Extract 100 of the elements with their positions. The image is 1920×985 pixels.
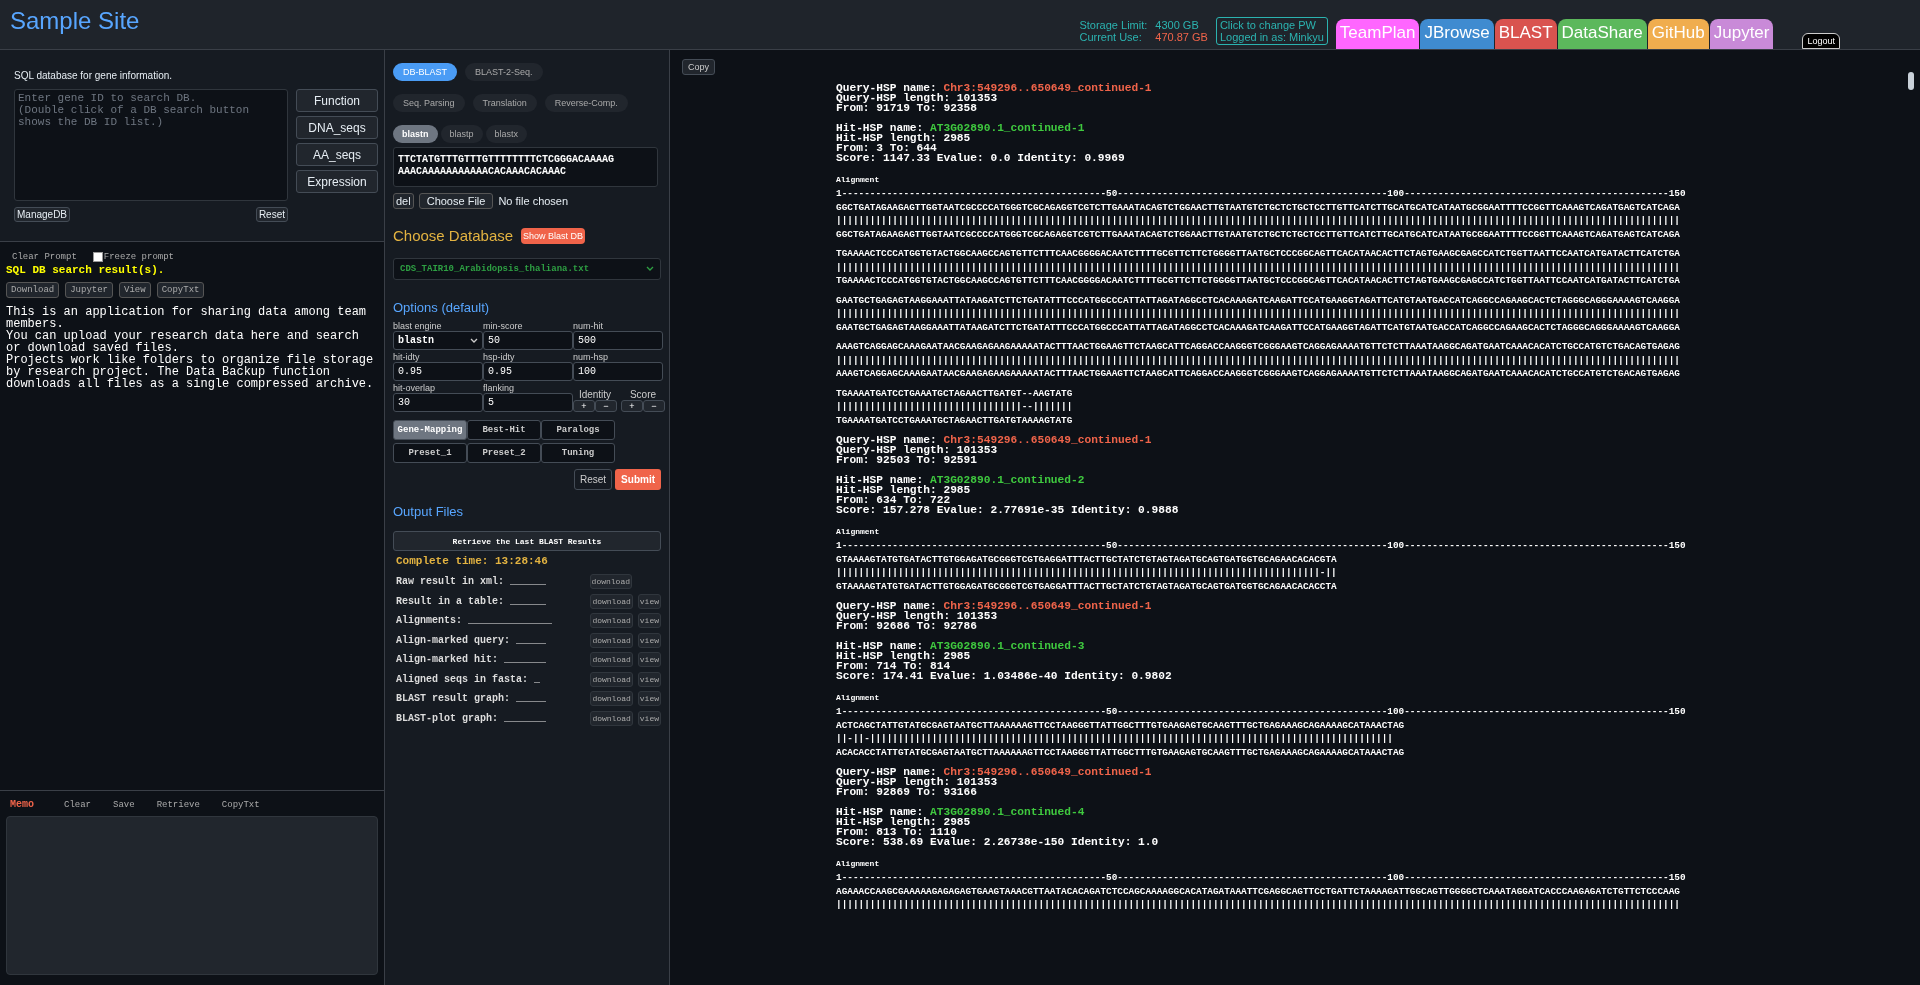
hit-info-line: Hit-HSP length: 2985: [836, 133, 972, 143]
alignment-heading: Alignment: [836, 527, 881, 536]
preset-button[interactable]: Best-Hit: [467, 420, 541, 440]
stepper-button[interactable]: +: [573, 400, 595, 412]
hit-sequence: AAAGTCAGGAGCAAAGAATAACGAAGAGAAGAAAAATACTTTAACTGGAAGTTCTAAGCATTCAGGACCAAGGGTCGGGAAGTCAGGAGAAAATGTTCTCTTAAATAAGGCAGATGAATCAAACACATCTGCCATGTCTGACAGTGAGAG: [836, 367, 1681, 381]
nav-tab[interactable]: BLAST: [1494, 19, 1557, 49]
tool-button[interactable]: Reverse-Comp.: [544, 94, 628, 112]
result-action-button[interactable]: Jupyter: [65, 282, 114, 298]
output-file-label: Align-marked query: _____: [396, 634, 548, 646]
file-action-button[interactable]: download: [590, 691, 633, 707]
option-label: flanking: [483, 383, 516, 393]
caret-icon: [646, 266, 654, 272]
option-field[interactable]: 0.95: [393, 362, 483, 381]
option-label: blast engine: [393, 321, 443, 331]
tool-button[interactable]: Translation: [472, 94, 537, 112]
stepper-button[interactable]: −: [643, 400, 665, 412]
program-tab[interactable]: blastn: [393, 125, 438, 143]
option-field[interactable]: 50: [483, 331, 573, 350]
manage-db-button[interactable]: ManageDB: [14, 207, 71, 222]
file-action-button[interactable]: download: [590, 671, 633, 687]
program-tab[interactable]: blastx: [485, 125, 528, 143]
output-file-label: Raw result in xml: ______: [396, 576, 548, 588]
preset-button[interactable]: Preset_2: [467, 443, 541, 463]
option-field[interactable]: 30: [393, 393, 483, 412]
freeze-checkbox[interactable]: [92, 252, 103, 262]
output-heading: Output Files: [393, 504, 465, 519]
preset-button[interactable]: Gene-Mapping: [393, 420, 467, 440]
query-info-line: From: 92869 To: 93166: [836, 787, 978, 797]
file-action-button[interactable]: download: [590, 632, 633, 648]
option-label: num-hsp: [573, 352, 609, 362]
preset-button[interactable]: Tuning: [541, 443, 615, 463]
choose-file-button[interactable]: Choose File: [418, 193, 494, 209]
output-file-label: BLAST-plot graph: _______: [396, 712, 548, 724]
program-tab[interactable]: blastp: [440, 125, 483, 143]
stepper-button[interactable]: −: [595, 400, 617, 412]
query-name-line: Query-HSP name: Chr3:549296..650649_continued-1: [836, 435, 1153, 445]
option-field[interactable]: 5: [483, 393, 573, 412]
db-search-button[interactable]: DNA_seqs: [296, 116, 378, 139]
result-action-button[interactable]: Download: [6, 282, 60, 298]
nav-tab[interactable]: JBrowse: [1420, 19, 1494, 49]
result-message: Projects work like folders to organize file storage by research project. The Data Backup function downloads all files as a single compressed archive.: [6, 354, 375, 390]
scrollbar[interactable]: [1908, 72, 1914, 90]
db-search-button[interactable]: AA_seqs: [296, 143, 378, 166]
hit-name-line: Hit-HSP name: AT3G02890.1_continued-1: [836, 123, 1086, 133]
sequence-field[interactable]: TTCTATGTTTGTTTGTTTTTTTTCTCGGGACAAAAG AAACAAAAAAAAAAACACAAACACAAAC: [393, 147, 658, 187]
retrieve-button[interactable]: Retrieve the Last BLAST Results: [393, 531, 661, 551]
file-action-button[interactable]: view: [637, 652, 661, 668]
current-use-value: 470.87 GB: [1155, 31, 1208, 43]
reset-button[interactable]: Reset: [255, 207, 288, 222]
file-status: No file chosen: [498, 195, 569, 207]
db-search-button[interactable]: Function: [296, 89, 378, 112]
delete-button[interactable]: del: [393, 193, 414, 209]
result-action-button[interactable]: View: [119, 282, 151, 298]
hit-sequence: TGAAAATGATCCTGAAATGCTAGAACTTGATGTAAAAGTATG: [836, 413, 1074, 427]
database-heading: Choose Database: [393, 227, 514, 244]
hit-sequence: GTAAAAGTATGTGATACTTGTGGAGATGCGGGTCGTGAGGATTTACTTGCTATCTGTAGTAGATGCAGTGATGGTGCAGAACACACCTA: [836, 579, 1338, 593]
option-field[interactable]: 0.95: [483, 362, 573, 381]
hit-info-line: Score: 157.278 Evalue: 2.77691e-35 Identity: 0.9888: [836, 505, 1180, 515]
stepper-button[interactable]: +: [621, 400, 643, 412]
gene-id-field[interactable]: Enter gene ID to search DB. (Double click of a DB search button shows the DB ID list.): [14, 89, 288, 201]
option-field[interactable]: 500: [573, 331, 663, 350]
preset-button[interactable]: Preset_1: [393, 443, 467, 463]
copy-button[interactable]: Copy: [682, 59, 715, 75]
query-name-line: Query-HSP name: Chr3:549296..650649_continued-1: [836, 767, 1153, 777]
file-action-button[interactable]: view: [637, 671, 661, 687]
tool-button[interactable]: Seq. Parsing: [393, 94, 465, 112]
query-name-line: Query-HSP name: Chr3:549296..650649_continued-1: [836, 601, 1153, 611]
memo-action-button[interactable]: CopyTxt: [221, 799, 260, 810]
file-action-button[interactable]: download: [590, 710, 633, 726]
file-action-button[interactable]: view: [637, 613, 661, 629]
memo-action-button[interactable]: Save: [113, 799, 135, 810]
memo-action-button[interactable]: Clear: [64, 799, 92, 810]
option-label: num-hit: [573, 321, 604, 331]
file-action-button[interactable]: view: [637, 593, 661, 609]
clear-prompt-link[interactable]: Clear Prompt: [12, 252, 77, 262]
file-action-button[interactable]: download: [590, 613, 633, 629]
file-action-button[interactable]: view: [637, 691, 661, 707]
file-action-button[interactable]: download: [590, 593, 633, 609]
mode-tab[interactable]: BLAST-2-Seq.: [465, 63, 543, 81]
stepper-label: Score: [629, 389, 657, 400]
query-info-line: From: 92686 To: 92786: [836, 621, 978, 631]
match-line: ||||||||||||||||||||||||||||||||||||||||||||||||||||||||||||||||||||||||||||||||||||||-||: [836, 566, 1338, 580]
database-select[interactable]: CDS_TAIR10_Arabidopsis_thaliana.txt: [393, 258, 661, 280]
account-button[interactable]: Click to change PW Logged in as: Minkyu: [1215, 17, 1328, 45]
result-action-button[interactable]: CopyTxt: [156, 282, 205, 298]
reset-button[interactable]: Reset: [574, 469, 613, 490]
file-action-button[interactable]: view: [637, 632, 661, 648]
hit-info-line: From: 634 To: 722: [836, 495, 951, 505]
file-action-button[interactable]: download: [590, 652, 633, 668]
memo-action-button[interactable]: Retrieve: [156, 799, 200, 810]
logout-button[interactable]: Logout: [1802, 33, 1840, 49]
memo-field[interactable]: [6, 816, 378, 975]
file-action-button[interactable]: view: [637, 710, 661, 726]
option-field[interactable]: 100: [573, 362, 663, 381]
output-file-label: Align-marked hit: _______: [396, 654, 548, 666]
preset-button[interactable]: Paralogs: [541, 420, 615, 440]
engine-select[interactable]: blastn: [393, 331, 483, 350]
file-action-button[interactable]: download: [589, 574, 632, 590]
hit-info-line: Hit-HSP length: 2985: [836, 485, 972, 495]
db-search-button[interactable]: Expression: [296, 170, 378, 193]
